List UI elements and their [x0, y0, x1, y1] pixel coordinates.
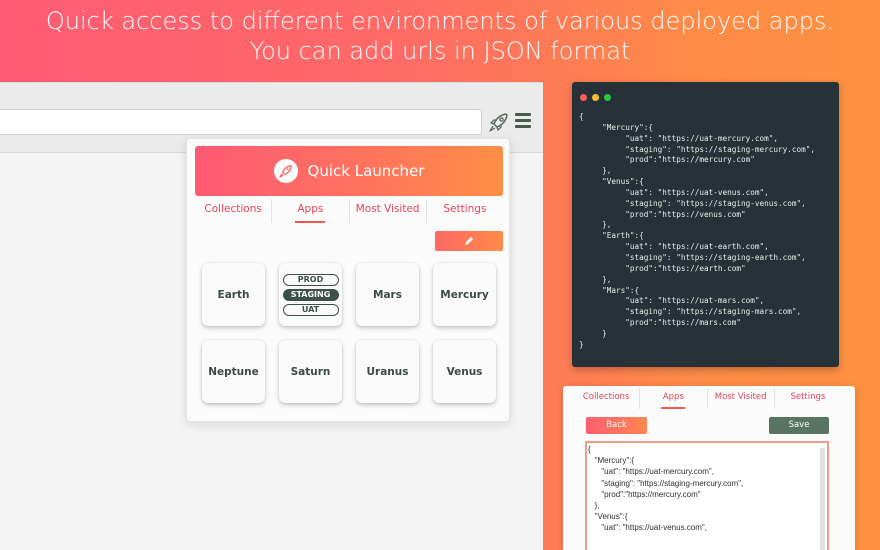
app-card-earth[interactable]: Earth [202, 263, 265, 326]
save-button[interactable]: Save [769, 417, 829, 434]
app-card-label: Saturn [290, 365, 331, 378]
window-close-dot [580, 94, 587, 101]
address-bar[interactable] [0, 109, 482, 135]
app-card-venus[interactable]: Venus [433, 340, 496, 403]
tab-most-visited[interactable]: Most Visited [708, 387, 775, 409]
headline-line-1: Quick access to different environments o… [45, 7, 835, 35]
settings-panel: Collections Apps Most Visited Settings B… [563, 386, 855, 550]
app-card-label: Earth [217, 288, 250, 301]
rocket-icon [273, 159, 298, 183]
tab-apps[interactable]: Apps [272, 199, 350, 223]
app-card-mars[interactable]: Mars [356, 263, 419, 326]
rocket-icon[interactable] [487, 110, 511, 134]
env-prod-button[interactable]: PROD [282, 273, 339, 286]
tab-collections[interactable]: Collections [195, 199, 273, 223]
tab-apps[interactable]: Apps [640, 387, 708, 409]
app-card-label: Mercury [440, 288, 489, 301]
env-uat-button[interactable]: UAT [282, 303, 339, 316]
edit-button[interactable] [435, 231, 503, 251]
code-editor-panel: { "Mercury":{ "uat": "https://uat-mercur… [572, 82, 839, 367]
pencil-icon [465, 237, 473, 245]
settings-tabs: Collections Apps Most Visited Settings [573, 387, 841, 409]
json-code-block: { "Mercury":{ "uat": "https://uat-mercur… [579, 112, 816, 349]
app-card-uranus[interactable]: Uranus [356, 340, 419, 403]
tab-settings[interactable]: Settings [775, 387, 841, 409]
launcher-title: Quick Launcher [307, 162, 425, 180]
tab-most-visited[interactable]: Most Visited [350, 199, 427, 223]
textarea-scrollbar[interactable] [820, 448, 825, 550]
env-staging-button[interactable]: STAGING [282, 288, 339, 301]
app-card-mercury[interactable]: Mercury [433, 263, 496, 326]
headline-line-2: You can add urls in JSON format [249, 37, 631, 65]
window-maximize-dot [604, 94, 611, 101]
launcher-header: Quick Launcher [195, 146, 503, 196]
app-card-label: Uranus [366, 365, 409, 378]
hamburger-menu-icon[interactable] [515, 113, 531, 129]
window-minimize-dot [592, 94, 599, 101]
tab-collections[interactable]: Collections [573, 387, 641, 409]
launcher-tabs: Collections Apps Most Visited Settings [195, 199, 503, 223]
json-textarea-value: { "Mercury":{ "uat": "https://uat-mercur… [588, 445, 744, 533]
app-card-saturn[interactable]: Saturn [279, 340, 342, 403]
quick-launcher-popup: Quick Launcher Collections Apps Most Vis… [186, 138, 510, 422]
json-textarea[interactable]: { "Mercury":{ "uat": "https://uat-mercur… [585, 441, 829, 550]
tab-settings[interactable]: Settings [427, 199, 503, 223]
app-card-label: Mars [373, 288, 402, 301]
app-card-label: Venus [446, 365, 483, 378]
headline: Quick access to different environments o… [0, 6, 880, 66]
app-card-env-picker: PROD STAGING UAT [279, 263, 342, 326]
back-button[interactable]: Back [586, 417, 647, 434]
app-card-label: Neptune [208, 365, 259, 378]
app-card-neptune[interactable]: Neptune [202, 340, 265, 403]
